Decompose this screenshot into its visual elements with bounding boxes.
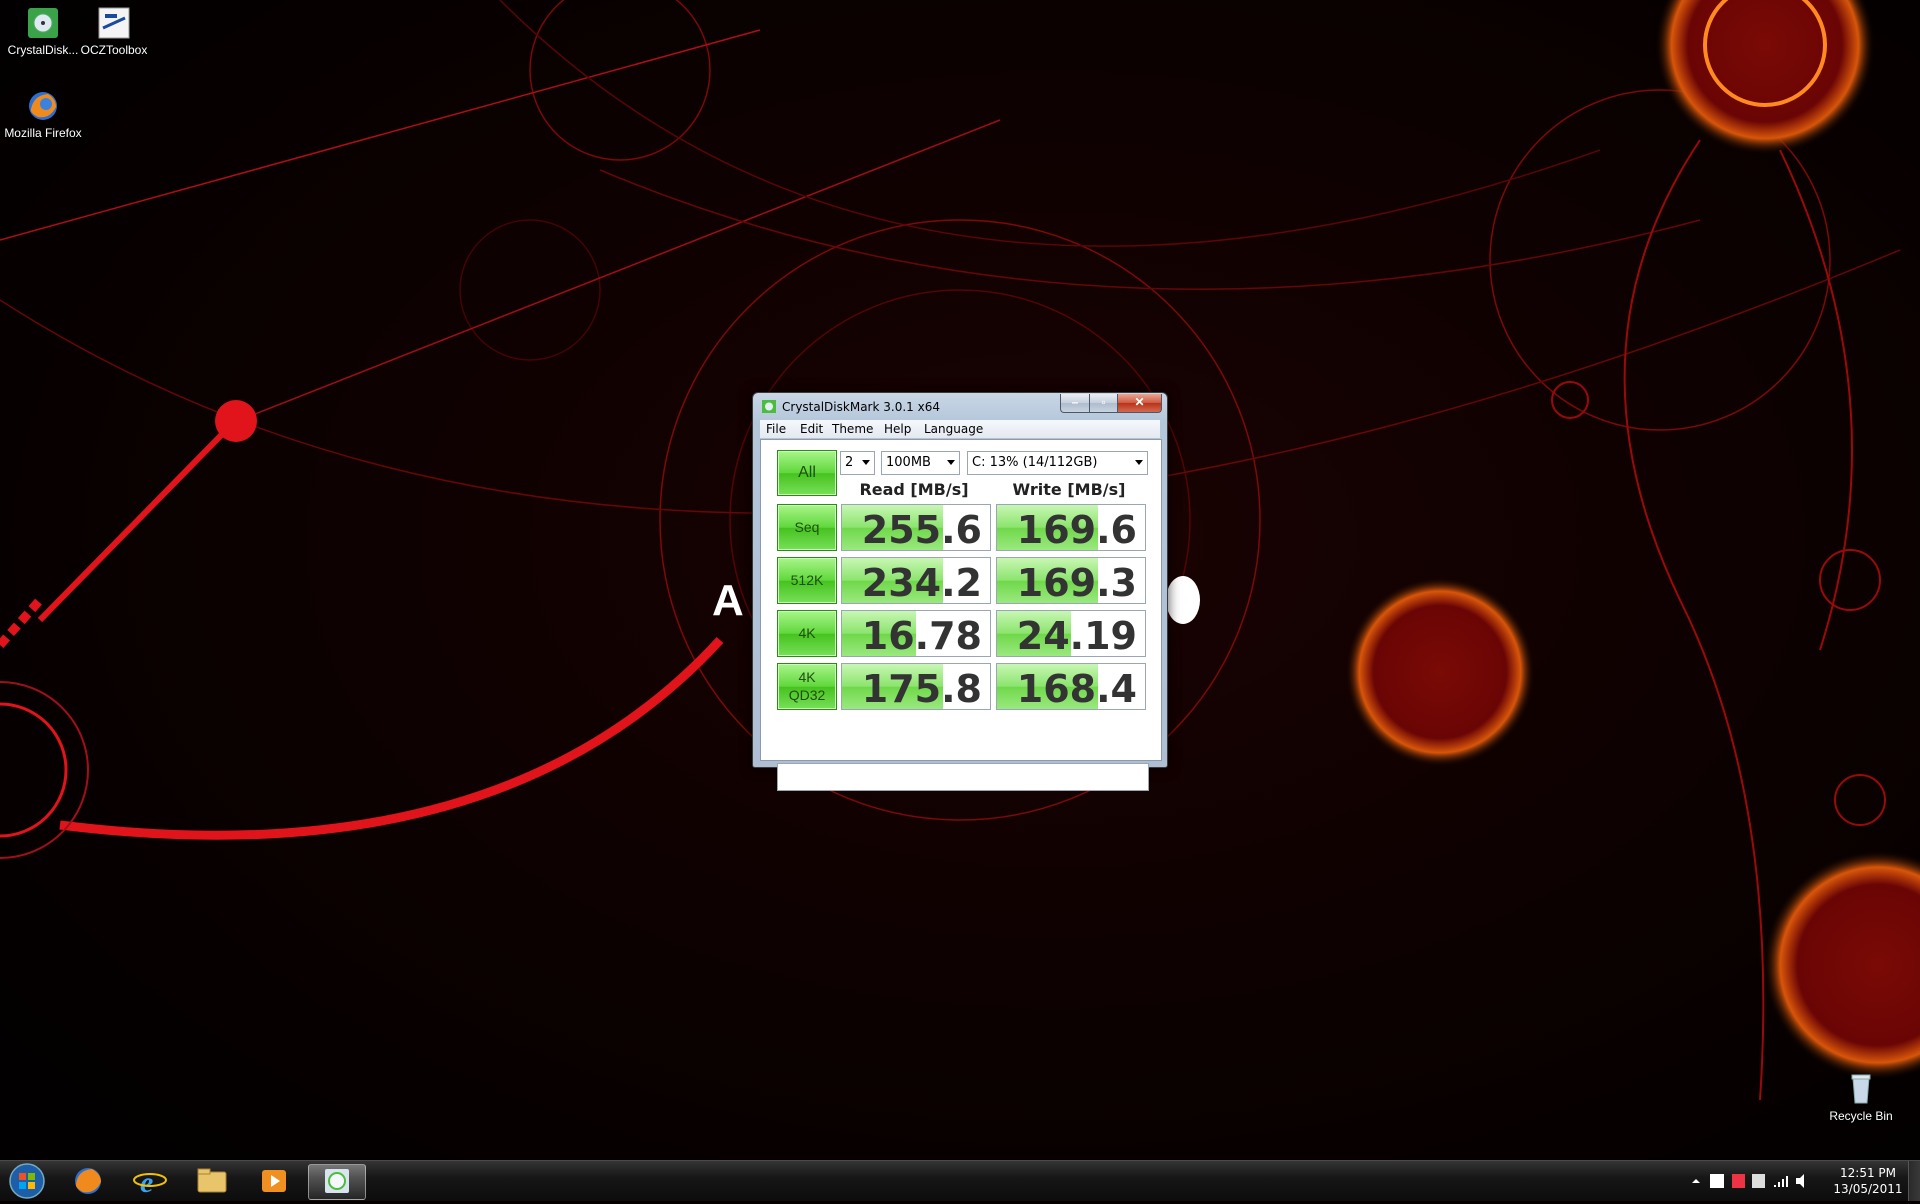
chevron-down-icon xyxy=(947,460,955,465)
read-result-cell: 175.8 xyxy=(841,663,991,710)
write-result-value: 169.6 xyxy=(1016,508,1137,551)
write-result-cell: 24.19 xyxy=(996,610,1146,657)
minimize-icon: – xyxy=(1071,395,1079,409)
ocztoolbox-icon xyxy=(98,7,130,39)
test-size-select[interactable]: 100MB xyxy=(881,451,960,475)
read-result-cell: 234.2 xyxy=(841,557,991,604)
test-button-4[interactable]: 4K QD32 xyxy=(777,663,837,710)
desktop-icon-recycle-bin[interactable]: Recycle Bin xyxy=(1818,1072,1904,1124)
notification-area xyxy=(1692,1174,1804,1188)
menu-help[interactable]: Help xyxy=(884,422,911,436)
network-icon xyxy=(1774,1176,1788,1187)
recycle-bin-icon xyxy=(1851,1074,1871,1104)
read-result-value: 16.78 xyxy=(861,614,982,657)
taskbar: e 12:51 PM 13/05/2011 xyxy=(0,1160,1920,1201)
test-button-label: 4K xyxy=(798,625,816,641)
menu-theme[interactable]: Theme xyxy=(832,422,873,436)
window-title: CrystalDiskMark 3.0.1 x64 xyxy=(782,400,940,414)
window-titlebar[interactable]: CrystalDiskMark 3.0.1 x64 – ▫ ✕ xyxy=(753,393,1167,419)
tray-device-icon xyxy=(1752,1174,1765,1188)
menu-bar: File Edit Theme Help Language xyxy=(760,420,1160,439)
crystaldiskmark-window: CrystalDiskMark 3.0.1 x64 – ▫ ✕ File Edi… xyxy=(752,392,1168,791)
tray-flag-icon xyxy=(1732,1174,1745,1188)
test-button-label: 4K xyxy=(798,669,816,685)
menu-file[interactable]: File xyxy=(766,422,786,436)
drive-value: C: 13% (14/112GB) xyxy=(972,455,1098,470)
desktop-icon-label: Recycle Bin xyxy=(1829,1109,1893,1123)
desktop-icon-ocztoolbox[interactable]: OCZToolbox xyxy=(70,6,158,58)
show-hidden-icons-icon xyxy=(1692,1179,1700,1183)
svg-text:e: e xyxy=(140,1166,153,1198)
test-button-1[interactable]: Seq xyxy=(777,504,837,551)
app-icon xyxy=(762,400,776,413)
test-button-label: 512K xyxy=(790,572,824,588)
maximize-icon: ▫ xyxy=(1101,395,1106,409)
minimize-button[interactable]: – xyxy=(1060,394,1090,413)
close-button[interactable]: ✕ xyxy=(1117,394,1162,413)
clock-date: 13/05/2011 xyxy=(1833,1182,1903,1196)
write-result-value: 168.4 xyxy=(1016,667,1137,710)
crystaldisk-icon xyxy=(28,8,58,38)
desktop-icon-label: OCZToolbox xyxy=(80,43,148,57)
write-result-value: 169.3 xyxy=(1016,561,1137,604)
write-result-cell: 168.4 xyxy=(996,663,1146,710)
menu-edit[interactable]: Edit xyxy=(800,422,823,436)
svg-text:A: A xyxy=(712,576,744,625)
all-button-label: All xyxy=(798,464,816,481)
test-button-label: Seq xyxy=(794,519,820,535)
benchmark-panel: All 2 100MB C: 13% (14/112GB) Read [MB/s… xyxy=(760,439,1162,791)
tray-app-icon xyxy=(1710,1174,1724,1188)
write-column-header: Write [MB/s] xyxy=(1012,480,1126,499)
crystaldisk-icon xyxy=(325,1169,349,1193)
write-result-cell: 169.6 xyxy=(996,504,1146,551)
volume-icon xyxy=(1796,1174,1804,1188)
desktop-icon-label: Mozilla Firefox xyxy=(4,126,82,140)
read-result-value: 255.6 xyxy=(861,508,982,551)
system-clock[interactable]: 12:51 PM 13/05/2011 xyxy=(1820,1165,1916,1197)
start-button[interactable] xyxy=(4,1162,50,1200)
test-size-value: 100MB xyxy=(886,455,931,470)
maximize-button[interactable]: ▫ xyxy=(1089,394,1118,413)
all-button[interactable]: All xyxy=(777,450,837,496)
read-result-cell: 16.78 xyxy=(841,610,991,657)
test-button-sublabel: QD32 xyxy=(788,687,826,703)
drive-select[interactable]: C: 13% (14/112GB) xyxy=(967,451,1148,475)
write-result-value: 24.19 xyxy=(1016,614,1137,657)
close-icon: ✕ xyxy=(1134,395,1145,409)
test-count-value: 2 xyxy=(845,455,854,470)
desktop-icon-label: CrystalDisk... xyxy=(7,43,79,57)
desktop-icon-firefox[interactable]: Mozilla Firefox xyxy=(0,89,86,141)
read-result-value: 234.2 xyxy=(861,561,982,604)
write-result-cell: 169.3 xyxy=(996,557,1146,604)
status-bar xyxy=(777,763,1149,791)
menu-language[interactable]: Language xyxy=(924,422,983,436)
taskbar-explorer-button[interactable] xyxy=(184,1164,240,1198)
taskbar-media-player-button[interactable] xyxy=(246,1164,302,1198)
chevron-down-icon xyxy=(1135,460,1143,465)
test-button-3[interactable]: 4K xyxy=(777,610,837,657)
test-count-select[interactable]: 2 xyxy=(840,451,875,475)
clock-time: 12:51 PM xyxy=(1840,1166,1896,1180)
taskbar-firefox-button[interactable] xyxy=(60,1164,116,1198)
show-desktop-button[interactable] xyxy=(1908,1161,1920,1201)
test-button-2[interactable]: 512K xyxy=(777,557,837,604)
firefox-icon xyxy=(29,92,57,120)
taskbar-internet-explorer-button[interactable]: e xyxy=(122,1164,178,1198)
taskbar-crystaldiskmark-button[interactable] xyxy=(308,1164,366,1200)
read-result-value: 175.8 xyxy=(861,667,982,710)
chevron-down-icon xyxy=(862,460,870,465)
read-result-cell: 255.6 xyxy=(841,504,991,551)
read-column-header: Read [MB/s] xyxy=(859,480,969,499)
